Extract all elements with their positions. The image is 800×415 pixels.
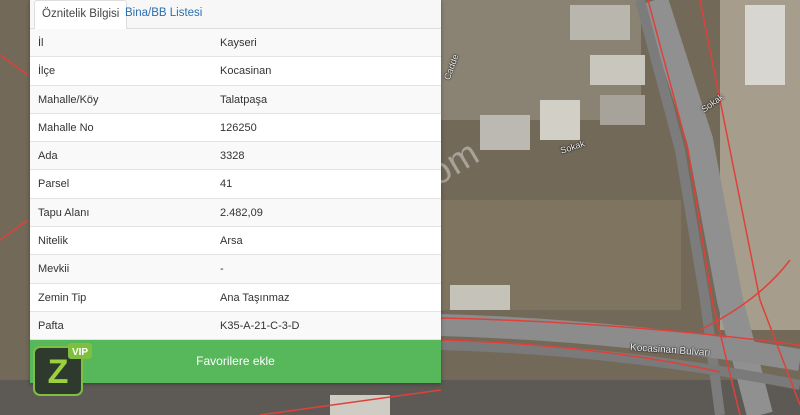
- logo-graphic: Z VIP: [33, 343, 92, 396]
- attribute-label: Parsel: [38, 178, 70, 191]
- attribute-label: Nitelik: [38, 235, 68, 248]
- attribute-label: İlçe: [38, 65, 56, 78]
- tab-bar: Öznitelik Bilgisi Bina/BB Listesi: [30, 0, 441, 30]
- attribute-value: 3328: [220, 150, 245, 163]
- attribute-label: Mahalle No: [38, 121, 94, 134]
- attribute-label: Pafta: [38, 319, 64, 332]
- vip-logo: Z VIP: [32, 343, 92, 399]
- attribute-label: Mevkii: [38, 263, 70, 276]
- attribute-row-tapu-alani: Tapu Alanı 2.482,09: [30, 198, 441, 228]
- attribute-value: 2.482,09: [220, 206, 263, 219]
- attribute-label: Zemin Tip: [38, 291, 87, 304]
- attribute-row-mahalle-no: Mahalle No 126250: [30, 114, 441, 143]
- attribute-label: İl: [38, 37, 44, 49]
- logo-letter: Z: [48, 353, 69, 391]
- attribute-row-mahalle: Mahalle/Köy Talatpaşa: [30, 85, 441, 114]
- parcel-info-panel: Öznitelik Bilgisi Bina/BB Listesi İl Kay…: [30, 0, 441, 383]
- attribute-row-parsel: Parsel 41: [30, 170, 441, 199]
- vip-badge: VIP: [72, 347, 88, 358]
- tab-building-list[interactable]: Bina/BB Listesi: [118, 0, 209, 30]
- attribute-value: 41: [220, 178, 233, 191]
- attribute-row-ada: Ada 3328: [30, 142, 441, 171]
- attribute-row-pafta: Pafta K35-A-21-C-3-D: [30, 311, 441, 341]
- tab-attributes[interactable]: Öznitelik Bilgisi: [34, 0, 128, 30]
- attribute-row-nitelik: Nitelik Arsa: [30, 227, 441, 256]
- attribute-value: Kocasinan: [220, 65, 272, 78]
- attribute-value: Arsa: [220, 235, 243, 248]
- attribute-value: Talatpaşa: [220, 93, 268, 106]
- attribute-label: Ada: [38, 150, 58, 163]
- attribute-value: Ana Taşınmaz: [220, 291, 290, 304]
- attribute-value: -: [220, 263, 224, 276]
- attribute-row-zemin-tip: Zemin Tip Ana Taşınmaz: [30, 284, 441, 312]
- attribute-row-il: İl Kayseri: [30, 29, 441, 58]
- attribute-row-ilce: İlçe Kocasinan: [30, 57, 441, 86]
- attribute-row-mevkii: Mevkii -: [30, 255, 441, 284]
- attribute-value: 126250: [220, 121, 257, 134]
- attribute-label: Tapu Alanı: [38, 206, 90, 219]
- attribute-table: İl Kayseri İlçe Kocasinan Mahalle/Köy Ta…: [30, 29, 441, 341]
- attribute-label: Mahalle/Köy: [38, 93, 99, 106]
- attribute-value: K35-A-21-C-3-D: [220, 319, 300, 332]
- attribute-value: Kayseri: [220, 37, 257, 49]
